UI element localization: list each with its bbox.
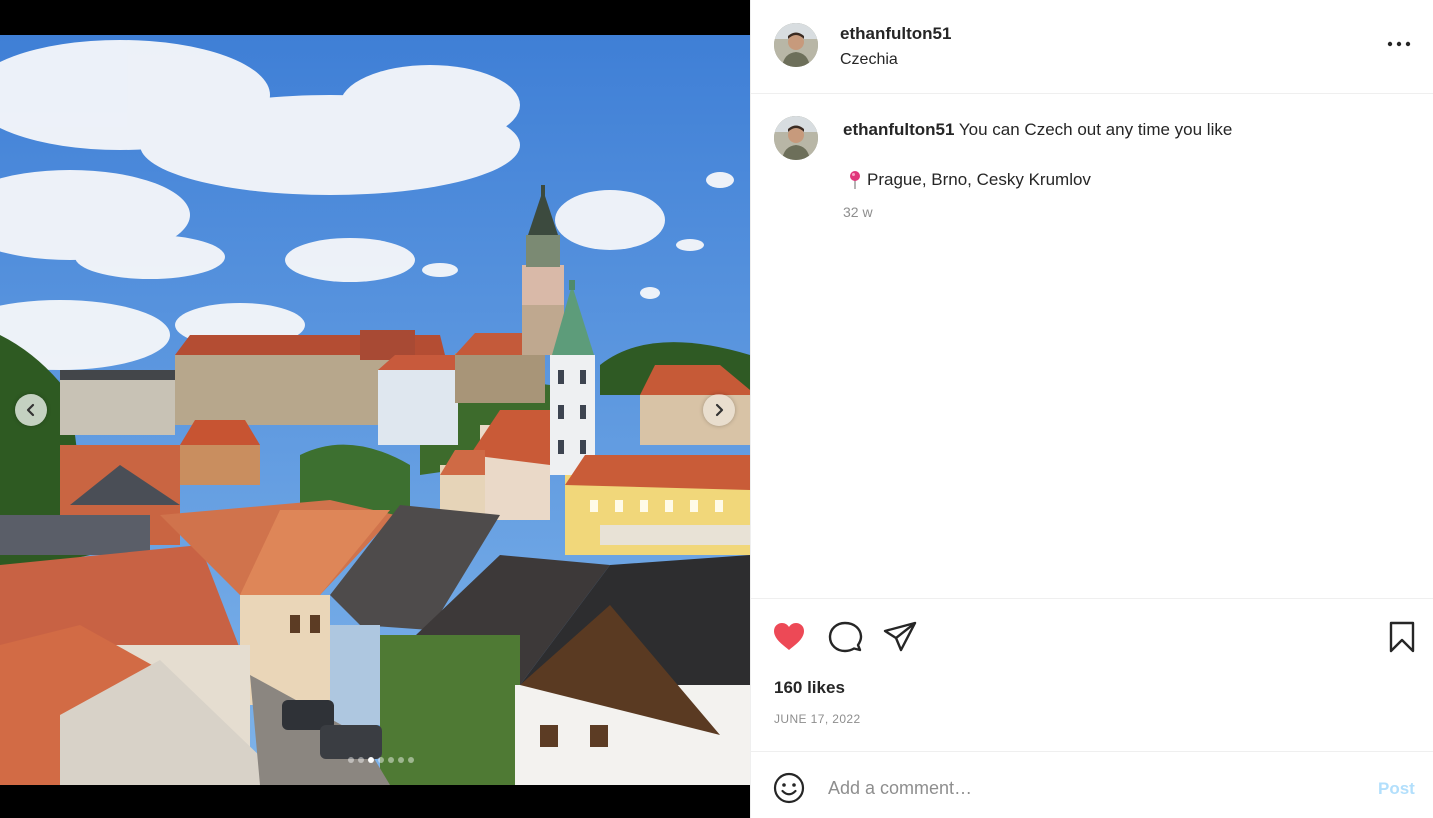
add-comment-bar: Post <box>751 751 1433 818</box>
chevron-left-icon <box>26 403 35 417</box>
carousel-dot <box>378 757 384 763</box>
paper-plane-icon <box>883 621 917 652</box>
caption-location-line: Prague, Brno, Cesky Krumlov <box>847 170 1091 190</box>
post-location[interactable]: Czechia <box>840 51 898 69</box>
caption-location-text: Prague, Brno, Cesky Krumlov <box>867 170 1091 189</box>
carousel-dot <box>398 757 404 763</box>
post-date: JUNE 17, 2022 <box>774 712 861 726</box>
more-horizontal-icon <box>1387 41 1411 47</box>
share-button[interactable] <box>882 619 918 655</box>
caption-username[interactable]: ethanfulton51 <box>843 120 954 139</box>
post-caption: ethanfulton51 You can Czech out any time… <box>843 120 1403 140</box>
carousel-next-button[interactable] <box>703 394 735 426</box>
post-header: ethanfulton51 Czechia <box>751 0 1433 94</box>
heart-filled-icon <box>774 623 804 650</box>
avatar[interactable] <box>774 23 818 67</box>
carousel-dot <box>348 757 354 763</box>
post-photo <box>0 35 750 785</box>
carousel-dot <box>408 757 414 763</box>
carousel-dot <box>388 757 394 763</box>
caption-section: ethanfulton51 You can Czech out any time… <box>751 95 1433 598</box>
caption-avatar[interactable] <box>774 116 818 160</box>
post-author-username[interactable]: ethanfulton51 <box>840 24 951 44</box>
comment-button[interactable] <box>827 619 863 655</box>
post-details-panel: ethanfulton51 Czechia ethanfulton51 You … <box>750 0 1433 818</box>
carousel-prev-button[interactable] <box>15 394 47 426</box>
like-button[interactable] <box>771 619 807 655</box>
carousel-indicator <box>348 757 414 763</box>
bookmark-icon <box>1389 621 1415 653</box>
comment-bubble-icon <box>828 621 863 653</box>
round-pushpin-icon <box>850 171 860 189</box>
post-actions: 160 likes JUNE 17, 2022 <box>751 598 1433 751</box>
likes-count[interactable]: 160 likes <box>774 678 845 698</box>
more-options-button[interactable] <box>1385 32 1415 56</box>
save-button[interactable] <box>1384 619 1420 655</box>
carousel-dot <box>368 757 374 763</box>
chevron-right-icon <box>715 403 724 417</box>
caption-timestamp[interactable]: 32 w <box>843 204 873 220</box>
smiley-icon <box>773 772 805 804</box>
comment-input[interactable] <box>828 772 1348 804</box>
caption-text: You can Czech out any time you like <box>958 120 1233 139</box>
post-media <box>0 0 750 818</box>
emoji-button[interactable] <box>773 772 805 804</box>
post-comment-button[interactable]: Post <box>1378 779 1415 799</box>
carousel-dot <box>358 757 364 763</box>
